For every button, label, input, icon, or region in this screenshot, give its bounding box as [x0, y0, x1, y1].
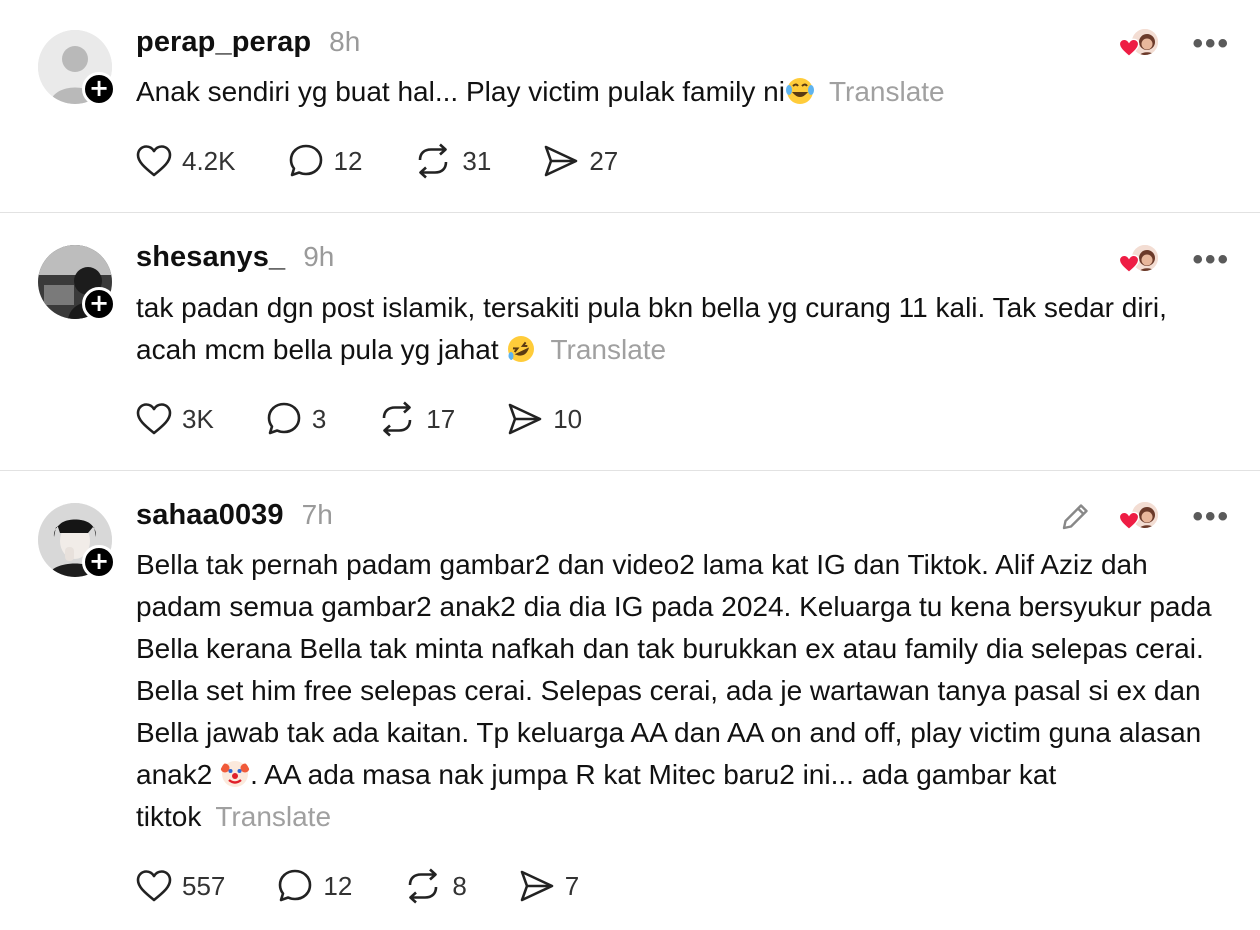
avatar[interactable]: +: [38, 245, 116, 321]
more-options-icon[interactable]: •••: [1192, 502, 1230, 532]
timestamp: 7h: [301, 499, 333, 530]
post-text: Bella tak pernah padam gambar2 dan video…: [136, 544, 1231, 838]
rolling-laughing-emoji-icon: [508, 336, 535, 362]
post-header: shesanys_ 9h: [136, 241, 334, 281]
post-tools: •••: [1118, 240, 1230, 280]
liked-by-avatar[interactable]: [1118, 243, 1161, 277]
username[interactable]: shesanys_: [136, 241, 285, 274]
timestamp: 8h: [329, 26, 361, 57]
more-options-icon[interactable]: •••: [1192, 245, 1230, 275]
share-button[interactable]: 10: [507, 402, 582, 436]
like-count: 4.2K: [182, 145, 236, 176]
translate-link[interactable]: Translate: [829, 76, 945, 107]
like-button[interactable]: 557: [136, 869, 225, 903]
heart-icon: [136, 145, 172, 177]
repost-button[interactable]: 31: [414, 143, 491, 179]
post-sahaa: + sahaa0039 7h ••• Bella tak pernah pada…: [0, 470, 1260, 930]
repost-icon: [419, 143, 448, 179]
reply-count: 3: [311, 403, 327, 434]
repost-count: 31: [462, 145, 492, 176]
reply-count: 12: [323, 870, 353, 901]
action-bar: 4.2K 12 31 27: [136, 139, 670, 183]
comment-bubble-icon: [289, 144, 322, 177]
repost-icon: [382, 401, 412, 437]
like-button[interactable]: 3K: [136, 402, 214, 436]
send-icon: [508, 403, 542, 435]
avatar[interactable]: +: [38, 503, 116, 579]
action-bar: 557 12 8 7: [136, 864, 631, 908]
heart-icon: [136, 870, 172, 902]
translate-link[interactable]: Translate: [550, 334, 666, 365]
translate-link[interactable]: Translate: [215, 801, 331, 832]
repost-count: 8: [452, 870, 467, 901]
share-button[interactable]: 7: [519, 869, 579, 903]
post-text-content: Bella tak pernah padam gambar2 dan video…: [136, 549, 1212, 790]
post-shesanys: + shesanys_ 9h ••• tak padan dgn post is…: [0, 212, 1260, 470]
share-count: 7: [564, 870, 580, 901]
clown-face-emoji-icon: [220, 761, 250, 787]
post-header: sahaa0039 7h: [136, 499, 333, 539]
post-perap: + perap_perap 8h ••• Anak sendiri yg bua…: [0, 0, 1260, 212]
heart-icon: [136, 403, 172, 435]
follow-plus-icon[interactable]: +: [82, 545, 116, 579]
follow-plus-icon[interactable]: +: [82, 72, 116, 106]
repost-button[interactable]: 8: [404, 868, 467, 904]
reply-button[interactable]: 12: [277, 868, 352, 904]
tears-of-joy-emoji-icon: [785, 78, 814, 104]
avatar[interactable]: +: [38, 30, 116, 106]
like-count: 557: [182, 870, 226, 901]
username[interactable]: sahaa0039: [136, 499, 284, 532]
comment-bubble-icon: [279, 869, 312, 902]
heart-filled-icon: [1119, 254, 1140, 274]
like-button[interactable]: 4.2K: [136, 144, 236, 178]
repost-button[interactable]: 17: [378, 401, 455, 437]
post-tools: •••: [1058, 497, 1230, 537]
post-text: tak padan dgn post islamik, tersakiti pu…: [136, 287, 1231, 371]
like-count: 3K: [182, 403, 214, 434]
post-header: perap_perap 8h: [136, 26, 360, 66]
post-text-content: Anak sendiri yg buat hal... Play victim …: [136, 76, 785, 107]
repost-count: 17: [426, 403, 456, 434]
follow-plus-icon[interactable]: +: [82, 287, 116, 321]
username[interactable]: perap_perap: [136, 26, 311, 59]
post-tools: •••: [1118, 24, 1230, 64]
liked-by-avatar[interactable]: [1118, 500, 1161, 534]
reply-button[interactable]: 3: [266, 401, 326, 437]
heart-filled-icon: [1119, 511, 1140, 531]
reply-button[interactable]: 12: [288, 143, 363, 179]
liked-by-avatar[interactable]: [1118, 27, 1161, 61]
share-count: 27: [589, 145, 619, 176]
action-bar: 3K 3 17 10: [136, 397, 634, 441]
send-icon: [520, 870, 554, 902]
edit-pencil-icon[interactable]: [1058, 500, 1092, 534]
more-options-icon[interactable]: •••: [1192, 29, 1230, 59]
share-button[interactable]: 27: [543, 144, 618, 178]
repost-icon: [409, 868, 438, 904]
timestamp: 9h: [303, 241, 335, 272]
heart-filled-icon: [1119, 38, 1140, 58]
send-icon: [545, 145, 578, 177]
share-count: 10: [553, 403, 583, 434]
reply-count: 12: [333, 145, 363, 176]
post-text: Anak sendiri yg buat hal... Play victim …: [136, 71, 1231, 113]
comment-bubble-icon: [267, 402, 301, 435]
